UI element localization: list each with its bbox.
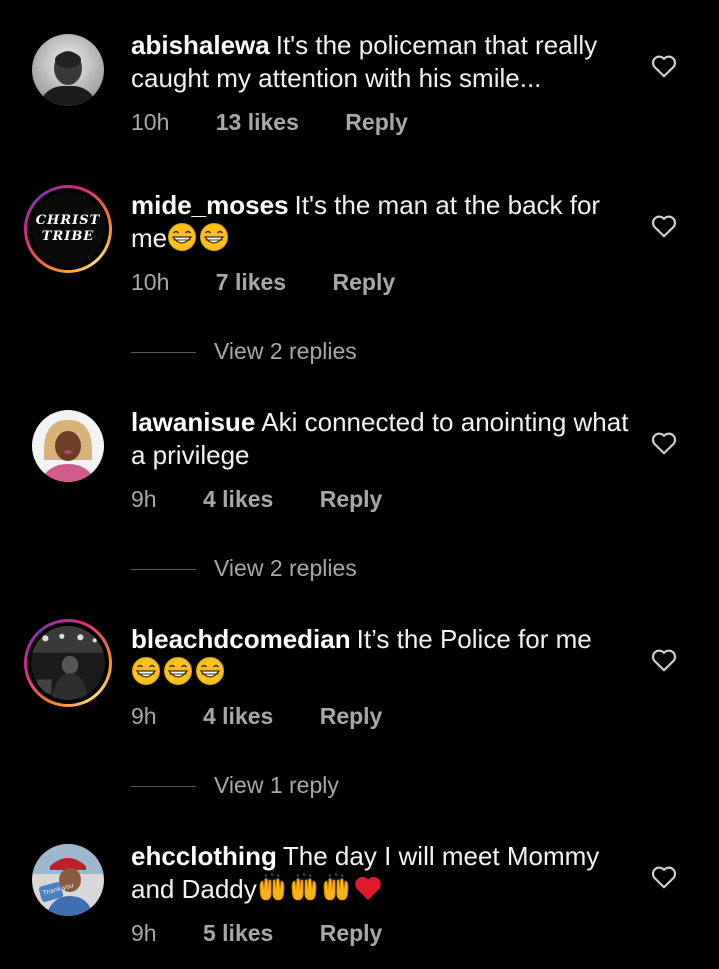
comment-username[interactable]: ehcclothing <box>131 841 277 871</box>
avatar-ring-inner <box>27 622 109 704</box>
comment-likes[interactable]: 4 likes <box>203 484 273 514</box>
comment-likes[interactable]: 7 likes <box>216 267 286 297</box>
raising-hands-icon <box>291 873 317 901</box>
comment-body: It’s the Police for me <box>356 624 592 654</box>
avatar[interactable] <box>24 619 112 707</box>
comment-meta: 9h 5 likes Reply <box>131 918 382 948</box>
comment-username[interactable]: abishalewa <box>131 30 270 60</box>
comment-time: 9h <box>131 703 157 729</box>
avatar-image <box>32 410 104 482</box>
grinning-face-icon <box>164 657 192 685</box>
comment-time: 10h <box>131 269 170 295</box>
comment-likes[interactable]: 5 likes <box>203 918 273 948</box>
comment-text: abishalewa It's the policeman that really… <box>131 29 631 95</box>
profile-photo-icon <box>31 626 105 700</box>
grinning-face-icon <box>196 657 224 685</box>
heart-outline-icon[interactable] <box>651 865 677 889</box>
comment-meta: 9h 4 likes Reply <box>131 484 382 514</box>
reply-button[interactable]: Reply <box>320 701 383 731</box>
avatar-image <box>32 34 104 106</box>
comment-time: 10h <box>131 109 170 135</box>
avatar[interactable] <box>24 402 112 490</box>
comment-likes[interactable]: 13 likes <box>216 107 299 137</box>
grinning-face-icon <box>168 223 197 251</box>
reply-button[interactable]: Reply <box>333 267 396 297</box>
view-replies-label[interactable]: View 2 replies <box>214 555 357 581</box>
comment-text: lawanisue Aki connected to anointing what… <box>131 406 631 472</box>
avatar-image <box>31 626 105 700</box>
replies-divider <box>131 352 196 354</box>
reply-button[interactable]: Reply <box>345 107 408 137</box>
comment-time: 9h <box>131 486 157 512</box>
view-replies-button[interactable]: View 2 replies <box>131 553 357 583</box>
avatar[interactable]: CHRIST TRIBE <box>24 185 112 273</box>
avatar-image: Thank you <box>32 844 104 916</box>
reply-button[interactable]: Reply <box>320 484 383 514</box>
comment-text: bleachdcomedian It’s the Police for me <box>131 623 631 689</box>
comment-username[interactable]: mide_moses <box>131 190 289 220</box>
comment-time: 9h <box>131 920 157 946</box>
heart-outline-icon[interactable] <box>651 54 677 78</box>
replies-divider <box>131 786 196 788</box>
comment-username[interactable]: lawanisue <box>131 407 255 437</box>
reply-button[interactable]: Reply <box>320 918 383 948</box>
avatar-image: CHRIST TRIBE <box>31 192 105 266</box>
profile-photo-icon: Thank you <box>32 844 104 916</box>
view-replies-label[interactable]: View 2 replies <box>214 338 357 364</box>
profile-photo-icon <box>32 410 104 482</box>
comment-username[interactable]: bleachdcomedian <box>131 624 351 654</box>
view-replies-label[interactable]: View 1 reply <box>214 772 339 798</box>
raising-hands-icon <box>259 873 285 901</box>
avatar-ring-inner: CHRIST TRIBE <box>27 188 109 270</box>
heart-outline-icon[interactable] <box>651 648 677 672</box>
heart-outline-icon[interactable] <box>651 214 677 238</box>
avatar[interactable] <box>24 26 112 114</box>
view-replies-button[interactable]: View 1 reply <box>131 770 339 800</box>
logo-line-2: TRIBE <box>41 229 95 244</box>
comment-likes[interactable]: 4 likes <box>203 701 273 731</box>
avatar[interactable]: Thank you <box>24 836 112 924</box>
comment-text: mide_moses It's the man at the back for m… <box>131 189 631 255</box>
grinning-face-icon <box>200 223 229 251</box>
grinning-face-icon <box>132 657 160 685</box>
christ-tribe-logo: CHRIST TRIBE <box>31 192 105 266</box>
comment-meta: 10h 7 likes Reply <box>131 267 395 297</box>
replies-divider <box>131 569 196 571</box>
heart-outline-icon[interactable] <box>651 431 677 455</box>
raising-hands-icon <box>323 873 349 901</box>
profile-photo-icon <box>32 34 104 106</box>
view-replies-button[interactable]: View 2 replies <box>131 336 357 366</box>
logo-line-1: CHRIST <box>35 213 101 228</box>
comment-meta: 9h 4 likes Reply <box>131 701 382 731</box>
red-heart-icon <box>355 876 381 900</box>
comment-meta: 10h 13 likes Reply <box>131 107 408 137</box>
comment-text: ehcclothing The day I will meet Mommy and… <box>131 840 631 906</box>
